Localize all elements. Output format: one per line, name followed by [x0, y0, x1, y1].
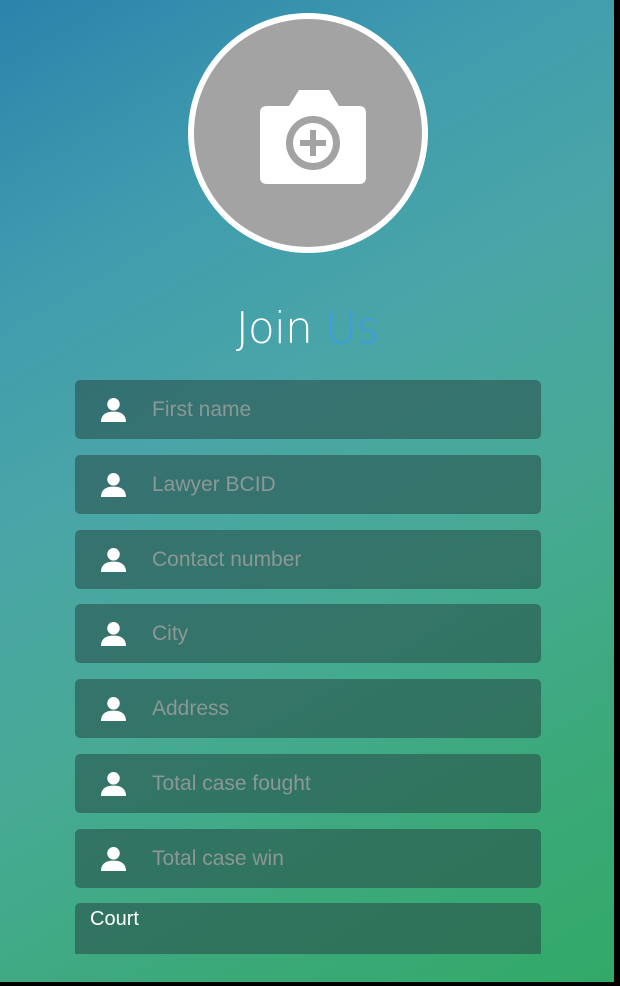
total-case-win-field[interactable]: Total case win	[75, 829, 541, 888]
user-icon	[101, 772, 126, 796]
profile-photo-placeholder	[194, 19, 422, 247]
address-placeholder: Address	[152, 697, 230, 720]
user-icon	[101, 847, 126, 871]
contact-number-placeholder: Contact number	[152, 548, 302, 571]
join-screen: Join Us First name Lawyer BCID Contact n…	[0, 0, 614, 982]
total-case-fought-placeholder: Total case fought	[152, 772, 311, 795]
user-icon	[101, 473, 126, 497]
camera-add-icon	[260, 90, 366, 184]
page-title: Join Us	[0, 303, 614, 354]
first-name-field[interactable]: First name	[75, 380, 541, 439]
lawyer-bcid-placeholder: Lawyer BCID	[152, 473, 276, 496]
lawyer-bcid-field[interactable]: Lawyer BCID	[75, 455, 541, 514]
court-label: Court	[90, 908, 139, 930]
profile-photo-picker[interactable]	[188, 13, 428, 253]
user-icon	[101, 622, 126, 646]
user-icon	[101, 398, 126, 422]
user-icon	[101, 548, 126, 572]
user-icon	[101, 697, 126, 721]
total-case-fought-field[interactable]: Total case fought	[75, 754, 541, 813]
court-field[interactable]: Court	[75, 903, 541, 954]
title-word-join: Join	[235, 303, 313, 354]
contact-number-field[interactable]: Contact number	[75, 530, 541, 589]
address-field[interactable]: Address	[75, 679, 541, 738]
total-case-win-placeholder: Total case win	[152, 847, 284, 870]
city-field[interactable]: City	[75, 604, 541, 663]
first-name-placeholder: First name	[152, 398, 252, 421]
city-placeholder: City	[152, 622, 189, 645]
title-word-us: Us	[324, 303, 379, 354]
